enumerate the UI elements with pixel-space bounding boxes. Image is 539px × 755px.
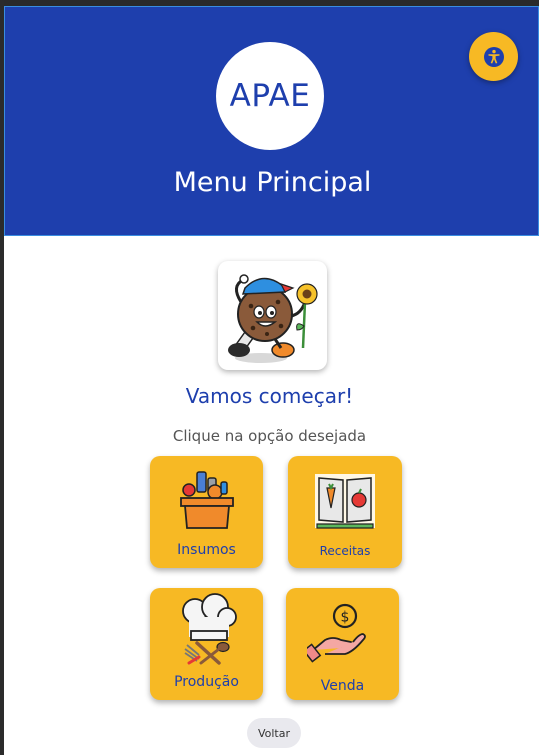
option-label: Venda: [320, 678, 365, 694]
option-insumos-button[interactable]: Insumos: [150, 456, 263, 568]
option-producao-button[interactable]: Produção: [150, 588, 263, 700]
instruction-text: Clique na opção desejada: [172, 427, 367, 445]
option-receitas-button[interactable]: Receitas: [288, 456, 402, 568]
option-label: Produção: [174, 674, 239, 690]
recipe-book-icon: [315, 474, 375, 529]
logo-text: APAE: [229, 78, 311, 114]
groceries-box-icon: [180, 471, 234, 529]
mascot-image: [218, 261, 327, 370]
welcome-heading: Vamos começar!: [185, 384, 354, 408]
accessibility-button[interactable]: [469, 32, 518, 81]
accessibility-icon: [483, 46, 504, 67]
logo: APAE: [216, 42, 324, 150]
option-label: Insumos: [177, 542, 236, 558]
header: APAE Menu Principal: [4, 6, 539, 236]
option-label: Receitas: [319, 544, 371, 558]
hand-coin-icon: $: [307, 603, 366, 663]
page-title: Menu Principal: [173, 167, 372, 198]
back-button[interactable]: Voltar: [247, 718, 301, 748]
svg-text:$: $: [341, 610, 350, 626]
chef-hat-icon: [182, 593, 237, 665]
cookie-mascot-icon: [227, 273, 318, 363]
option-venda-button[interactable]: $ Venda: [286, 588, 399, 700]
